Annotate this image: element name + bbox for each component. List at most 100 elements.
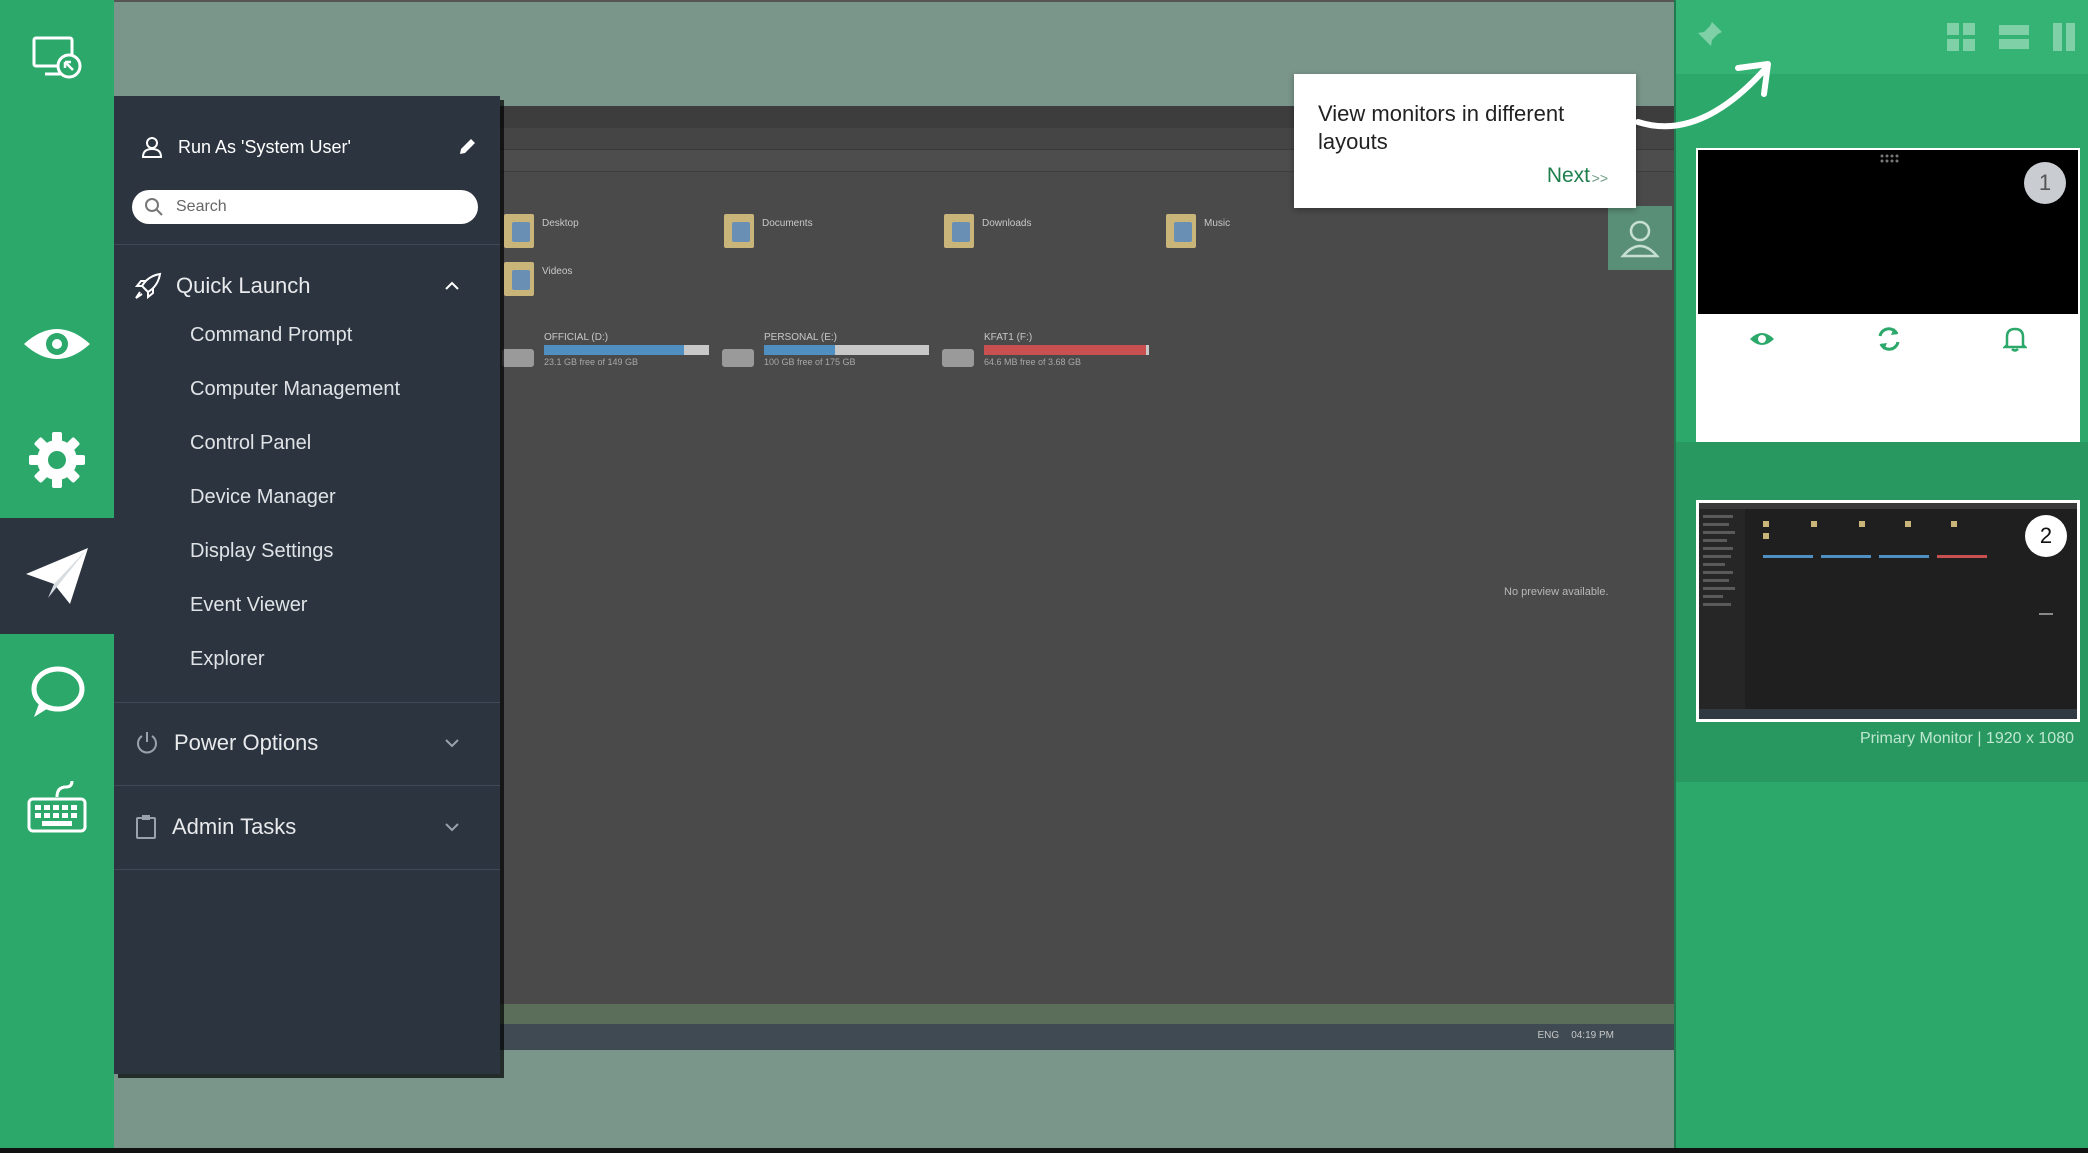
folder-label: Documents [762,218,813,229]
monitor-panel: 1 1920 x 1080 [1674,0,2088,1153]
monitor-2-number-badge: 2 [2025,515,2067,557]
drive-icon [942,349,974,367]
quick-launch-label: Quick Launch [176,273,444,299]
admin-tasks-header[interactable]: Admin Tasks [134,807,460,847]
folder-label: Downloads [982,218,1031,229]
menu-item-explorer[interactable]: Explorer [190,648,264,671]
drive-name: PERSONAL (E:) [764,332,929,343]
tooltip-next-arrows[interactable]: >> [1592,170,1608,186]
remote-screen-button[interactable] [0,0,114,116]
drag-handle-icon[interactable] [1880,154,1900,164]
power-icon [134,730,160,756]
drive-free-space: 64.6 MB free of 3.68 GB [984,357,1149,367]
drive-usage-bar [984,345,1149,355]
keyboard-icon [26,779,88,837]
quick-launch-button[interactable] [0,518,114,634]
folder-icon [724,214,754,248]
rocket-icon [134,272,162,300]
user-icon [142,136,162,158]
bottom-edge [0,1148,2088,1153]
search-input[interactable] [176,198,456,216]
folder-desktop[interactable]: Desktop [504,214,579,248]
monitor-2-preview[interactable] [1699,503,2077,719]
edit-pencil-icon[interactable] [458,138,476,156]
folder-label: Music [1204,218,1230,229]
folder-videos[interactable]: Videos [504,262,572,296]
layout-tooltip: View monitors in different layouts Next … [1294,74,1636,208]
left-rail [0,0,114,1153]
chevron-down-icon[interactable] [444,822,460,832]
tooltip-next-button[interactable]: Next [1547,164,1590,188]
folder-icon [1166,214,1196,248]
quick-launch-menu: Run As 'System User' Quick Launch Comman… [114,96,500,1074]
chevron-down-icon[interactable] [444,738,460,748]
power-options-header[interactable]: Power Options [134,723,460,763]
monitor-1-actions [1698,314,2078,364]
menu-item-display-settings[interactable]: Display Settings [190,540,333,563]
drive-e[interactable]: PERSONAL (E:) 100 GB free of 175 GB [722,332,929,367]
user-tile[interactable] [1608,206,1672,270]
monitor-1-preview[interactable]: 1 [1698,150,2078,314]
rows-layout-icon[interactable] [1998,24,2030,50]
drive-name: KFAT1 (F:) [984,332,1149,343]
menu-divider [114,785,500,786]
search-box[interactable] [132,190,478,224]
chevron-up-icon[interactable] [444,281,460,291]
clipboard-icon [134,814,158,840]
pin-icon[interactable] [1696,20,1724,48]
folder-icon [944,214,974,248]
remote-screen-icon [31,34,83,82]
menu-item-control-panel[interactable]: Control Panel [190,432,311,455]
drive-free-space: 100 GB free of 175 GB [764,357,929,367]
chat-icon [28,663,86,721]
view-icon [22,322,92,366]
folder-downloads[interactable]: Downloads [944,214,1031,248]
folder-label: Videos [542,266,572,277]
paper-plane-icon [24,546,90,606]
drive-usage-fill [764,345,835,355]
menu-item-event-viewer[interactable]: Event Viewer [190,594,307,617]
menu-item-computer-management[interactable]: Computer Management [190,378,400,401]
monitor-2-resolution: Primary Monitor | 1920 x 1080 [1860,730,2074,748]
settings-button[interactable] [0,402,114,518]
drive-usage-bar [544,345,709,355]
drive-icon [722,349,754,367]
drive-usage-bar [764,345,929,355]
drive-d[interactable]: OFFICIAL (D:) 23.1 GB free of 149 GB [502,332,709,367]
run-as-label: Run As 'System User' [178,137,458,158]
quick-launch-header[interactable]: Quick Launch [134,266,460,306]
monitor-1-card[interactable]: 1 [1696,148,2080,442]
menu-item-command-prompt[interactable]: Command Prompt [190,324,352,347]
menu-divider [114,869,500,870]
grid-layout-icon[interactable] [1946,22,1976,52]
view-icon[interactable] [1749,330,1775,348]
columns-layout-icon[interactable] [2052,22,2076,52]
monitor-1-number-badge: 1 [2024,162,2066,204]
refresh-icon[interactable] [1876,326,1902,352]
keyboard-button[interactable] [0,750,114,866]
monitor-1-resolution: 1920 x 1080 [1986,378,2074,396]
no-preview-text: No preview available. [1504,586,1609,598]
folder-icon [504,262,534,296]
chat-button[interactable] [0,634,114,750]
drive-free-space: 23.1 GB free of 149 GB [544,357,709,367]
drive-name: OFFICIAL (D:) [544,332,709,343]
tooltip-curved-arrow-icon [1630,56,1780,146]
menu-divider [114,702,500,703]
admin-tasks-label: Admin Tasks [172,814,444,840]
tooltip-text: View monitors in different layouts [1318,100,1612,156]
menu-item-device-manager[interactable]: Device Manager [190,486,336,509]
view-button[interactable] [0,286,114,402]
power-options-label: Power Options [174,730,444,756]
bell-icon[interactable] [2003,326,2027,352]
folder-music[interactable]: Music [1166,214,1230,248]
taskbar-language[interactable]: ENG [1538,1030,1560,1041]
drive-icon [502,349,534,367]
folder-documents[interactable]: Documents [724,214,813,248]
menu-divider [114,244,500,245]
taskbar-clock[interactable]: 04:19 PM [1571,1030,1614,1041]
settings-icon [27,430,87,490]
monitor-2-card[interactable]: 2 [1696,500,2080,722]
run-as-row[interactable]: Run As 'System User' [142,132,476,162]
drive-f[interactable]: KFAT1 (F:) 64.6 MB free of 3.68 GB [942,332,1149,367]
